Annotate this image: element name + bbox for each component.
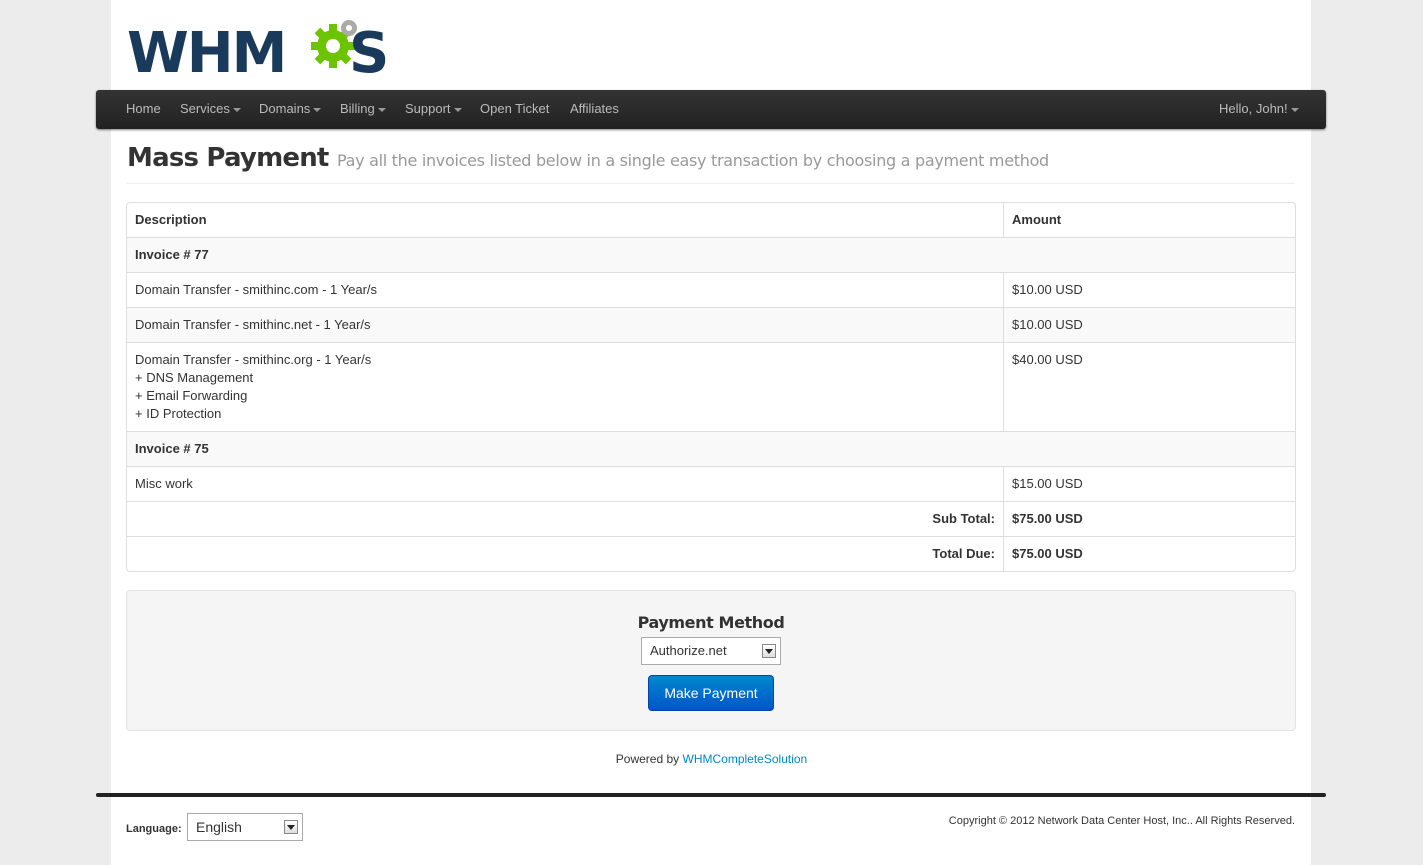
nav-billing-label: Billing <box>340 101 375 116</box>
subtotal-row: Sub Total: $75.00 USD <box>127 501 1295 536</box>
invoice-heading-row: Invoice # 75 <box>127 431 1295 466</box>
nav-affiliates-label: Affiliates <box>570 101 619 116</box>
caret-down-icon <box>232 107 241 112</box>
item-addon-line: + DNS Management <box>135 370 254 385</box>
item-description: Domain Transfer - smithinc.com - 1 Year/… <box>127 272 1003 307</box>
nav-domains-label: Domains <box>259 101 311 116</box>
payment-panel: Payment Method Authorize.net Make Paymen… <box>126 590 1296 731</box>
nav-home-label: Home <box>126 101 161 116</box>
page-header: Mass Payment Pay all the invoices listed… <box>127 143 1295 184</box>
invoice-heading: Invoice # 75 <box>127 431 1295 466</box>
item-description-multiline: Domain Transfer - smithinc.org - 1 Year/… <box>127 342 1003 431</box>
powered-by-link[interactable]: WHMCompleteSolution <box>683 752 808 766</box>
item-addon-line: + ID Protection <box>135 406 222 421</box>
table-row: Domain Transfer - smithinc.com - 1 Year/… <box>127 272 1295 307</box>
nav-services-label: Services <box>180 101 230 116</box>
total-row: Total Due: $75.00 USD <box>127 536 1295 571</box>
table-row: Domain Transfer - smithinc.org - 1 Year/… <box>127 342 1295 431</box>
item-description-line: Domain Transfer - smithinc.org - 1 Year/… <box>135 352 372 367</box>
payment-method-label: Payment Method <box>637 613 785 632</box>
powered-by-text: Powered by <box>615 752 680 766</box>
nav-open-ticket[interactable]: Open Ticket <box>480 90 549 129</box>
column-header-amount: Amount <box>1003 203 1295 237</box>
nav-billing[interactable]: Billing <box>340 90 386 129</box>
copyright-text: Copyright © 2012 Network Data Center Hos… <box>948 815 1295 827</box>
invoice-table: Description Amount Invoice # 77 Domain T… <box>126 202 1296 572</box>
powered-by: Powered by WHMCompleteSolution <box>0 752 1423 766</box>
payment-method-select[interactable]: Authorize.net <box>641 637 781 665</box>
payment-method-value: Authorize.net <box>650 643 727 658</box>
item-amount: $10.00 USD <box>1003 307 1295 342</box>
page-subtitle: Pay all the invoices listed below in a s… <box>337 151 1049 170</box>
whmcs-logo[interactable]: WHM S <box>127 14 389 86</box>
caret-down-icon <box>1290 107 1299 112</box>
invoice-heading: Invoice # 77 <box>127 237 1295 272</box>
total-label: Total Due: <box>127 536 1003 571</box>
nav-support[interactable]: Support <box>405 90 462 129</box>
caret-down-icon <box>453 107 462 112</box>
item-description: Misc work <box>127 466 1003 501</box>
main-navbar: Home Services Domains Billing Support Op… <box>96 90 1326 129</box>
nav-services[interactable]: Services <box>180 90 241 129</box>
page-title: Mass Payment <box>127 143 329 173</box>
svg-text:WHM: WHM <box>127 21 285 78</box>
language-select[interactable]: English <box>187 813 303 841</box>
item-addon-line: + Email Forwarding <box>135 388 248 403</box>
total-value: $75.00 USD <box>1003 536 1295 571</box>
nav-home[interactable]: Home <box>126 90 161 129</box>
item-description: Domain Transfer - smithinc.net - 1 Year/… <box>127 307 1003 342</box>
user-greeting: Hello, John! <box>1219 101 1288 116</box>
nav-domains[interactable]: Domains <box>259 90 322 129</box>
subtotal-label: Sub Total: <box>127 501 1003 536</box>
table-row: Misc work $15.00 USD <box>127 466 1295 501</box>
make-payment-button[interactable]: Make Payment <box>648 675 774 711</box>
nav-user-menu[interactable]: Hello, John! <box>1219 90 1299 129</box>
table-header-row: Description Amount <box>127 203 1295 237</box>
language-label: Language: <box>126 823 182 835</box>
nav-open-ticket-label: Open Ticket <box>480 101 550 116</box>
dropdown-arrow-icon <box>762 644 776 658</box>
nav-support-label: Support <box>405 101 451 116</box>
dropdown-arrow-icon <box>284 820 298 834</box>
table-row: Domain Transfer - smithinc.net - 1 Year/… <box>127 307 1295 342</box>
column-header-description: Description <box>135 212 207 227</box>
subtotal-value: $75.00 USD <box>1003 501 1295 536</box>
invoice-heading-row: Invoice # 77 <box>127 237 1295 272</box>
caret-down-icon <box>377 107 386 112</box>
nav-affiliates[interactable]: Affiliates <box>570 90 619 129</box>
item-amount: $10.00 USD <box>1003 272 1295 307</box>
svg-text:S: S <box>349 21 387 78</box>
item-amount: $40.00 USD <box>1003 342 1295 431</box>
item-amount: $15.00 USD <box>1003 466 1295 501</box>
footer-divider <box>96 793 1326 797</box>
caret-down-icon <box>313 107 322 112</box>
language-value: English <box>196 819 242 835</box>
